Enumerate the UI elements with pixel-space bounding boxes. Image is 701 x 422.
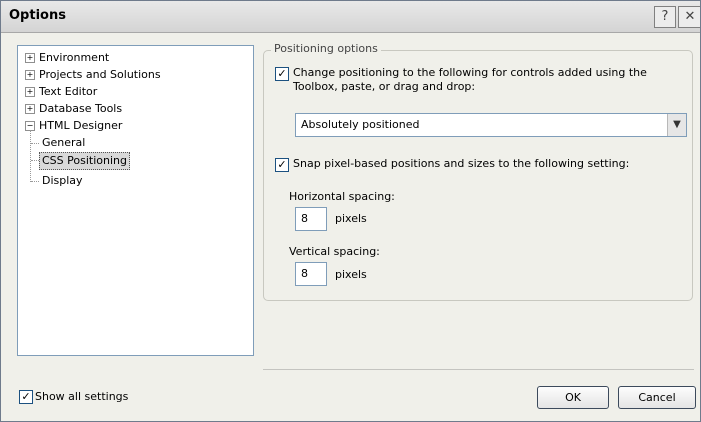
tree-item-label: Display (42, 174, 83, 187)
vertical-spacing-value: 8 (301, 267, 308, 280)
change-positioning-checkbox[interactable]: ✓ (275, 67, 289, 81)
tree-item-label: General (42, 136, 86, 149)
show-all-settings-label[interactable]: Show all settings (35, 390, 128, 403)
footer-divider (263, 369, 694, 370)
positioning-mode-select[interactable]: Absolutely positioned ▼ (295, 113, 687, 137)
tree-item-label: Environment (39, 51, 110, 64)
snap-checkbox[interactable]: ✓ (275, 158, 289, 172)
tree-item-label: Database Tools (39, 102, 123, 115)
snap-label[interactable]: Snap pixel-based positions and sizes to … (293, 157, 629, 170)
tree-connector (31, 160, 39, 161)
tree-connector (31, 143, 39, 144)
expand-icon[interactable]: + (25, 87, 35, 97)
horizontal-spacing-label: Horizontal spacing: (289, 190, 395, 203)
options-tree[interactable]: + Environment + Projects and Solutions +… (17, 45, 254, 356)
tree-item-label: Projects and Solutions (39, 68, 161, 81)
tree-item-label: Text Editor (39, 85, 98, 98)
horizontal-spacing-input[interactable]: 8 (295, 207, 327, 231)
dropdown-arrow-icon[interactable]: ▼ (667, 114, 686, 136)
ok-button[interactable]: OK (537, 386, 609, 409)
title-bar: Options ? ✕ (1, 1, 700, 33)
help-button[interactable]: ? (654, 6, 676, 28)
group-label: Positioning options (271, 42, 381, 55)
vertical-spacing-unit: pixels (335, 268, 367, 281)
tree-item-label: CSS Positioning (39, 152, 130, 170)
expand-icon[interactable]: + (25, 70, 35, 80)
checkmark-icon: ✓ (277, 67, 287, 80)
positioning-mode-value: Absolutely positioned (301, 118, 420, 131)
vertical-spacing-label: Vertical spacing: (289, 245, 380, 258)
help-icon: ? (661, 9, 669, 24)
horizontal-spacing-value: 8 (301, 212, 308, 225)
change-positioning-label[interactable]: Change positioning to the following for … (293, 66, 647, 79)
checkmark-icon: ✓ (277, 158, 287, 171)
horizontal-spacing-unit: pixels (335, 212, 367, 225)
tree-connector (30, 130, 31, 182)
window-title: Options (9, 8, 66, 23)
options-dialog: Options ? ✕ + Environment + Projects and… (0, 0, 701, 422)
change-positioning-label-2[interactable]: Toolbox, paste, or drag and drop: (293, 80, 475, 93)
close-icon: ✕ (684, 9, 696, 24)
tree-connector (31, 181, 39, 182)
expand-icon[interactable]: + (25, 104, 35, 114)
close-button[interactable]: ✕ (678, 6, 700, 28)
tree-item-label: HTML Designer (39, 119, 123, 132)
checkmark-icon: ✓ (21, 390, 31, 403)
vertical-spacing-input[interactable]: 8 (295, 262, 327, 286)
show-all-settings-checkbox[interactable]: ✓ (19, 390, 33, 404)
expand-icon[interactable]: + (25, 53, 35, 63)
cancel-button[interactable]: Cancel (618, 386, 696, 409)
